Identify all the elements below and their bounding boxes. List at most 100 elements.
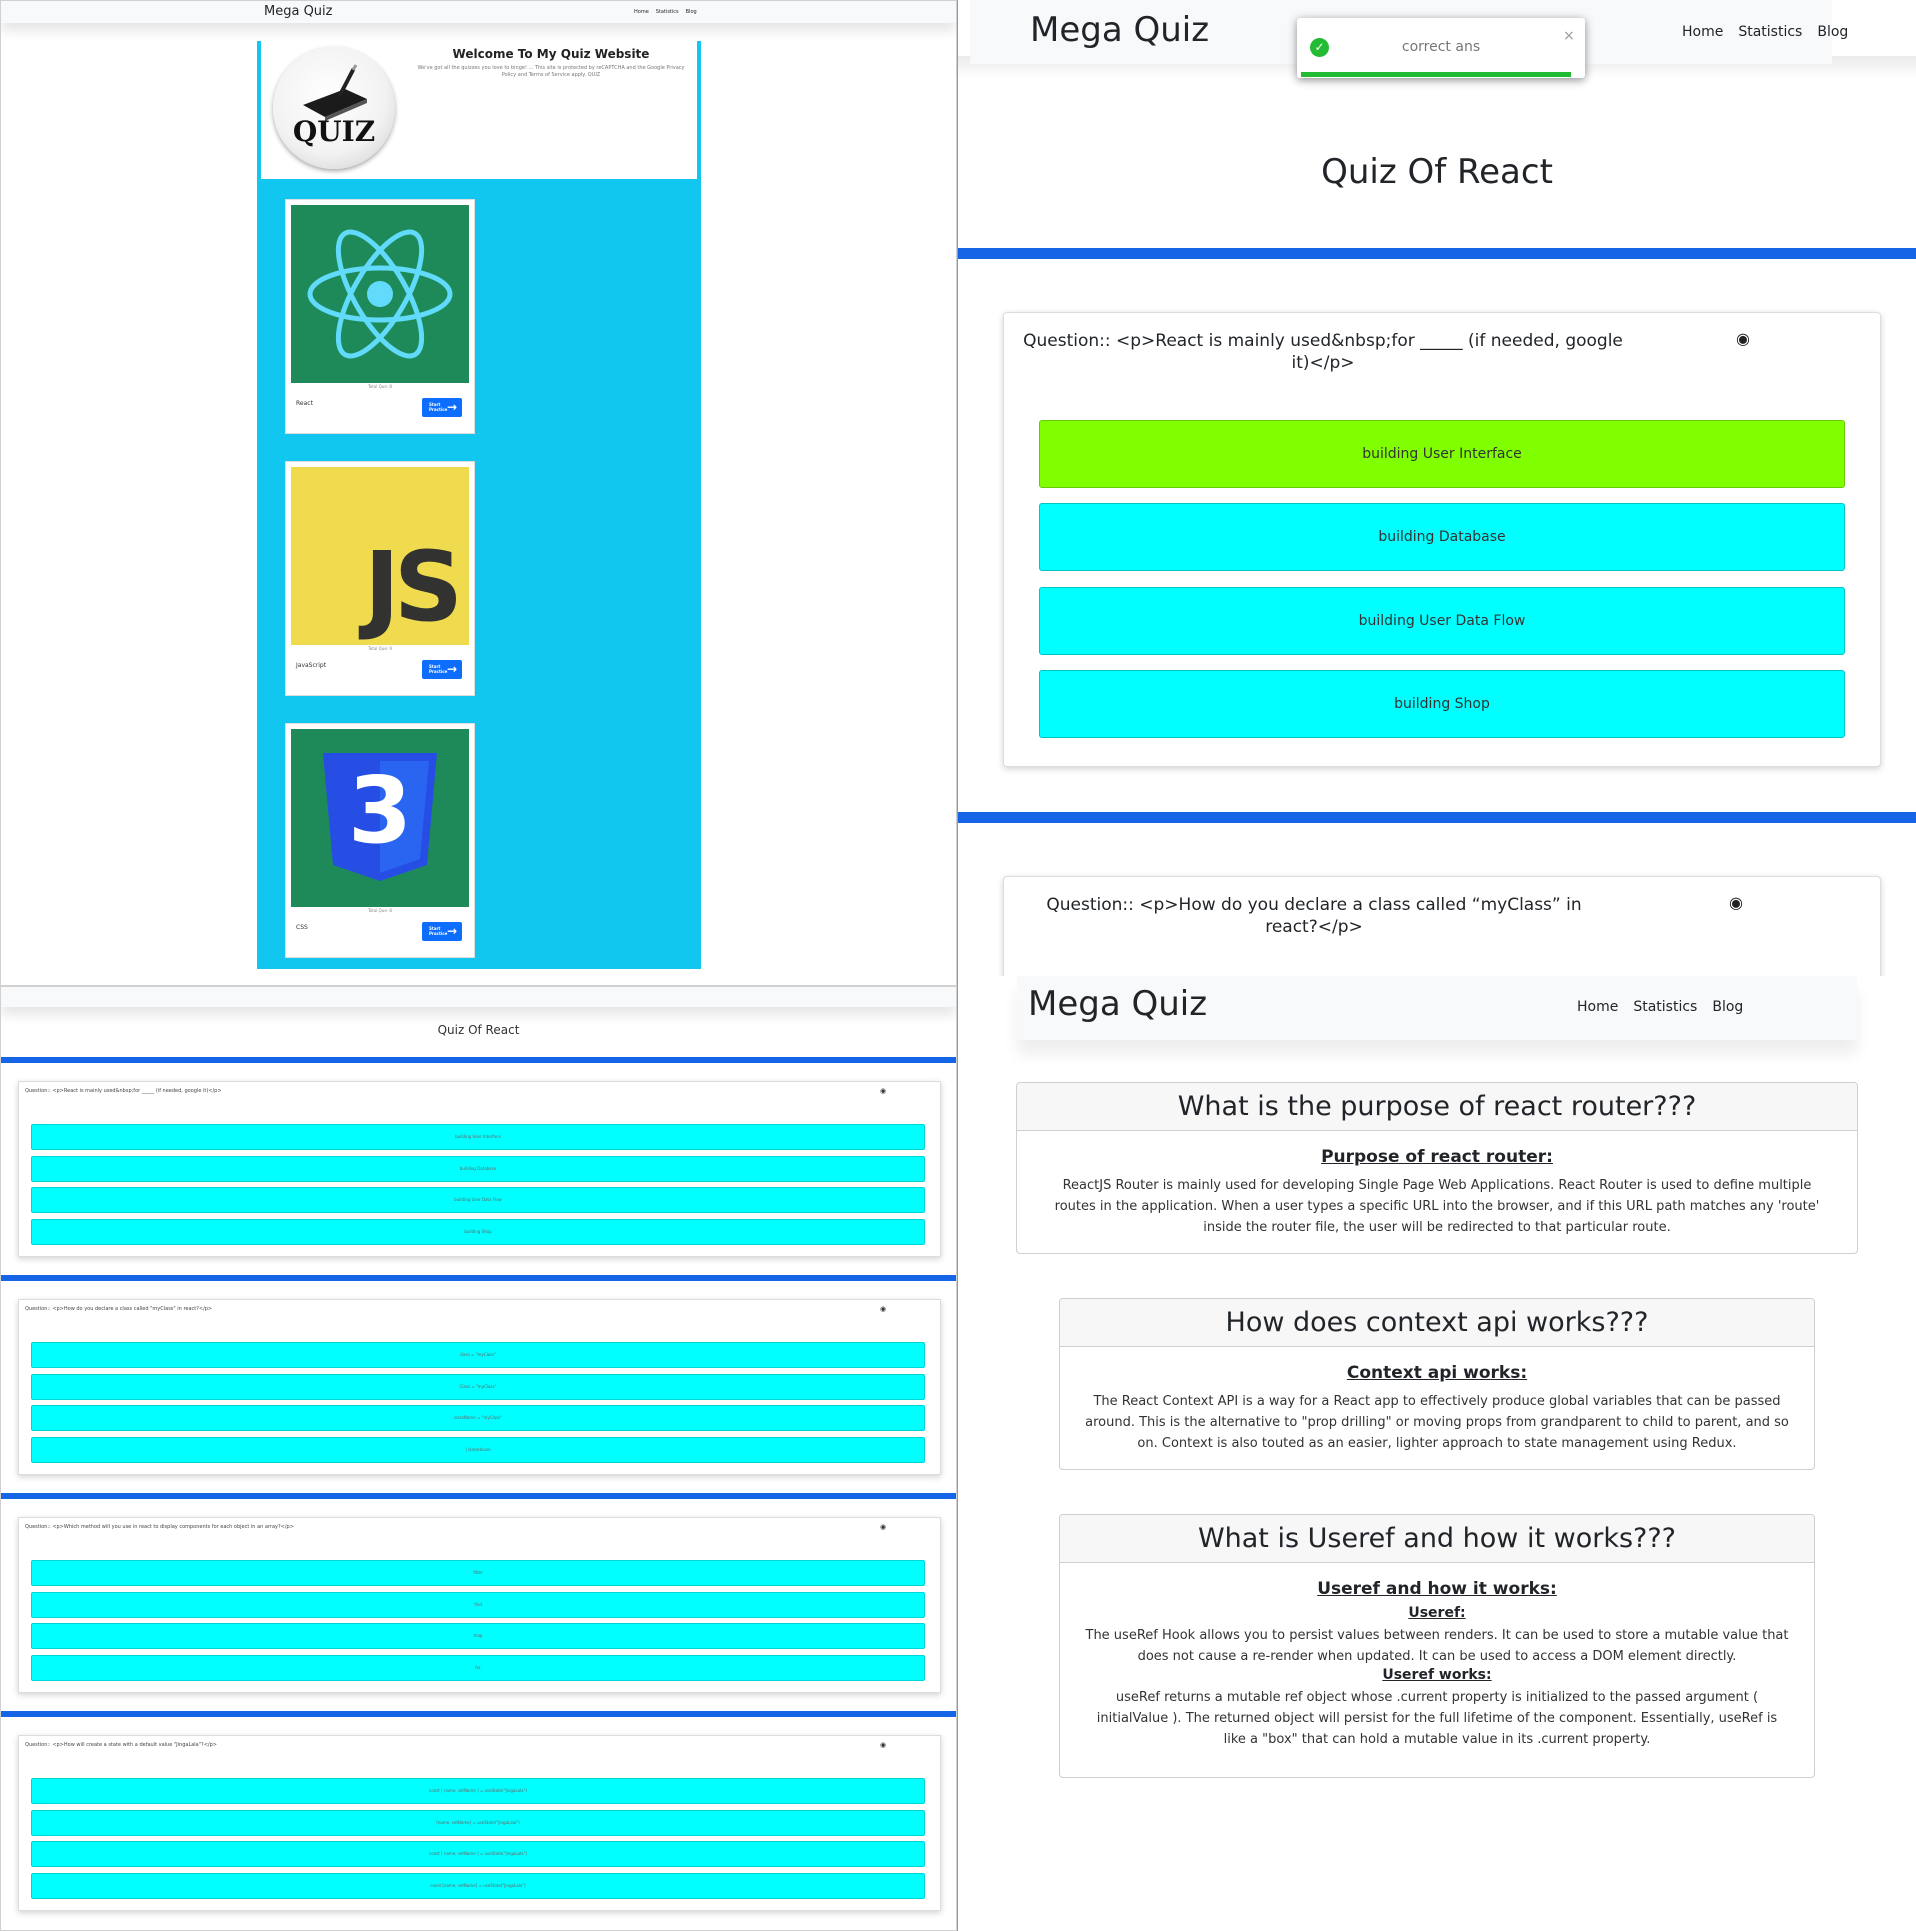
logo-text: QUIZ bbox=[292, 115, 376, 148]
hero-banner: QUIZ Welcome To My Quiz Website We've go… bbox=[257, 41, 701, 179]
start-practice-button[interactable]: Start Practice → bbox=[422, 922, 462, 941]
divider-bar bbox=[958, 248, 1916, 259]
answer-option[interactable]: Class = "myClass" bbox=[31, 1374, 925, 1400]
toast-notification: ✓ correct ans × bbox=[1297, 18, 1585, 78]
total-questions: Total Que: 9 bbox=[368, 646, 392, 651]
nav-home[interactable]: Home bbox=[1682, 24, 1723, 40]
answer-option[interactable]: building Database bbox=[1039, 503, 1845, 571]
total-questions: Total Que: 8 bbox=[368, 908, 392, 913]
nav-links: Home Statistics Blog bbox=[634, 9, 697, 15]
home-screenshot: Mega Quiz Home Statistics Blog QUIZ Welc… bbox=[0, 0, 957, 986]
question-card: Question:: <p>Which method will you use … bbox=[18, 1517, 941, 1693]
blog-card-body: The React Context API is a way for a Rea… bbox=[1085, 1394, 1789, 1451]
useref-label: Useref: bbox=[1408, 1605, 1466, 1621]
answer-option[interactable]: | classHouse bbox=[31, 1437, 925, 1463]
blog-card-title: What is Useref and how it works??? bbox=[1060, 1515, 1814, 1563]
page-title: Quiz Of React bbox=[1321, 152, 1553, 192]
divider-bar bbox=[1, 1711, 956, 1717]
nav-statistics[interactable]: Statistics bbox=[1738, 24, 1802, 40]
blog-card: What is the purpose of react router??? P… bbox=[1016, 1082, 1858, 1254]
topic-name: React bbox=[296, 400, 313, 407]
javascript-icon: JS bbox=[291, 467, 469, 645]
nav-home[interactable]: Home bbox=[1577, 999, 1618, 1015]
brand-logo[interactable]: Mega Quiz bbox=[264, 987, 332, 988]
answer-option[interactable]: const [ name, setName ] = useState("Jing… bbox=[31, 1841, 925, 1867]
answer-option[interactable]: map bbox=[31, 1623, 925, 1649]
start-practice-button[interactable]: Start Practice → bbox=[422, 660, 462, 679]
question-card: Question:: <p>React is mainly used&nbsp;… bbox=[18, 1081, 941, 1257]
nav-blog[interactable]: Blog bbox=[1817, 24, 1848, 40]
answer-option[interactable]: for bbox=[31, 1655, 925, 1681]
topic-name: JavaScript bbox=[296, 662, 327, 669]
nav-statistics[interactable]: Statistics bbox=[656, 9, 679, 15]
pencil-tablet-icon bbox=[303, 64, 367, 121]
answer-option[interactable]: [name, setName] = useState("JingaLala") bbox=[31, 1810, 925, 1836]
navbar: Mega Quiz Home Statistics Blog bbox=[1017, 976, 1857, 1040]
navbar: Mega Quiz Home Statistics Blog bbox=[1, 987, 956, 1007]
hero-subtitle: We've got all the quizzes you love to bi… bbox=[417, 65, 685, 78]
answer-option[interactable]: building User Interface bbox=[31, 1124, 925, 1150]
answer-option[interactable]: building User Data Flow bbox=[1039, 587, 1845, 655]
quiz-logo: QUIZ bbox=[273, 47, 395, 169]
topic-cards: Total Que: 8 React Start Practice → JS T… bbox=[257, 179, 701, 969]
blog-card-body: ReactJS Router is mainly used for develo… bbox=[1054, 1178, 1820, 1235]
start-practice-button[interactable]: Start Practice → bbox=[422, 398, 462, 417]
arrow-right-icon: → bbox=[447, 400, 458, 414]
answer-option[interactable]: const [ name, setName ] = useState("Jing… bbox=[31, 1778, 925, 1804]
quiz-screenshot: Mega Quiz Home Statistics Blog Quiz Of R… bbox=[958, 0, 1916, 976]
answer-option[interactable]: filter bbox=[31, 1560, 925, 1586]
answer-option[interactable]: class = "myClass" bbox=[31, 1342, 925, 1368]
answer-option[interactable]: className = "myClass" bbox=[31, 1405, 925, 1431]
useref-body: The useRef Hook allows you to persist va… bbox=[1085, 1628, 1789, 1664]
eye-icon[interactable]: ◉ bbox=[880, 1087, 886, 1095]
question-card: Question:: <p>How will create a state wi… bbox=[18, 1735, 941, 1911]
blog-card-title: What is the purpose of react router??? bbox=[1017, 1083, 1857, 1131]
navbar: Mega Quiz Home Statistics Blog bbox=[1, 1, 956, 23]
blog-screenshot: Mega Quiz Home Statistics Blog What is t… bbox=[958, 976, 1916, 1931]
nav-blog[interactable]: Blog bbox=[686, 9, 697, 15]
answer-option[interactable]: building Shop bbox=[31, 1219, 925, 1245]
toast-progress-bar bbox=[1301, 72, 1571, 77]
answer-option[interactable]: building Shop bbox=[1039, 670, 1845, 738]
question-text: Question:: <p>How will create a state wi… bbox=[25, 1742, 217, 1748]
blog-card: How does context api works??? Context ap… bbox=[1059, 1298, 1815, 1470]
blog-card-subtitle: Useref and how it works: bbox=[1317, 1579, 1557, 1599]
nav-blog[interactable]: Blog bbox=[1712, 999, 1743, 1015]
useref-works-label: Useref works: bbox=[1382, 1667, 1492, 1683]
page-title: Quiz Of React bbox=[437, 1023, 520, 1037]
brand-logo[interactable]: Mega Quiz bbox=[264, 4, 332, 19]
answer-option-correct[interactable]: building User Interface bbox=[1039, 420, 1845, 488]
nav-home[interactable]: Home bbox=[634, 9, 649, 15]
answer-option[interactable]: building Database bbox=[31, 1156, 925, 1182]
answer-option[interactable]: find bbox=[31, 1592, 925, 1618]
nav-links: Home Statistics Blog bbox=[1682, 24, 1848, 40]
total-questions: Total Que: 8 bbox=[368, 384, 392, 389]
css3-icon: 3 bbox=[291, 729, 469, 907]
topic-card-react: Total Que: 8 React Start Practice → bbox=[285, 199, 475, 434]
blog-card-subtitle: Purpose of react router: bbox=[1321, 1147, 1553, 1167]
divider-bar bbox=[1, 1275, 956, 1281]
useref-works-body: useRef returns a mutable ref object whos… bbox=[1096, 1690, 1778, 1747]
arrow-right-icon: → bbox=[447, 662, 458, 676]
eye-icon[interactable]: ◉ bbox=[1729, 893, 1743, 912]
question-card: Question:: <p>How do you declare a class… bbox=[1003, 876, 1881, 976]
react-icon bbox=[291, 205, 469, 383]
divider-bar bbox=[958, 812, 1916, 823]
eye-icon[interactable]: ◉ bbox=[880, 1305, 886, 1313]
question-card: Question:: <p>React is mainly used&nbsp;… bbox=[1003, 312, 1881, 767]
question-text: Question:: <p>How do you declare a class… bbox=[1046, 895, 1582, 937]
blog-card-title: How does context api works??? bbox=[1060, 1299, 1814, 1347]
close-icon[interactable]: × bbox=[1563, 28, 1575, 44]
eye-icon[interactable]: ◉ bbox=[880, 1741, 886, 1749]
blog-card: What is Useref and how it works??? Usere… bbox=[1059, 1514, 1815, 1778]
answer-option[interactable]: const [name, setName] = useState("JingaL… bbox=[31, 1873, 925, 1899]
brand-logo[interactable]: Mega Quiz bbox=[1028, 984, 1207, 1024]
nav-statistics[interactable]: Statistics bbox=[1633, 999, 1697, 1015]
eye-icon[interactable]: ◉ bbox=[880, 1523, 886, 1531]
divider-bar bbox=[1, 1057, 956, 1063]
answer-option[interactable]: building User Data Flow bbox=[31, 1187, 925, 1213]
eye-icon[interactable]: ◉ bbox=[1736, 329, 1750, 348]
divider-bar bbox=[1, 1493, 956, 1499]
topic-name: CSS bbox=[296, 924, 308, 931]
brand-logo[interactable]: Mega Quiz bbox=[1030, 10, 1209, 50]
